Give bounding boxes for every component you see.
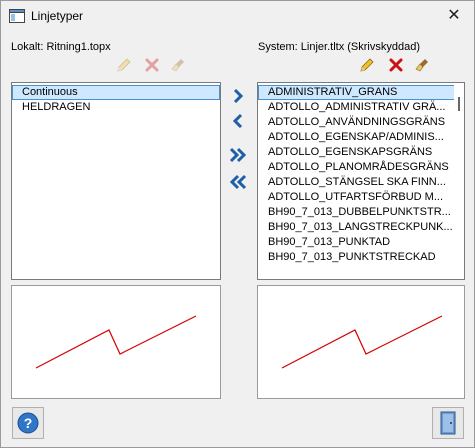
list-item[interactable]: BH90_7_013_PUNKTAD (258, 235, 464, 250)
list-item[interactable]: ADTOLLO_UTFARTSFÖRBUD M... (258, 190, 464, 205)
broom-icon (415, 59, 428, 72)
delete-x-icon (145, 58, 159, 72)
double-chevron-left-icon (229, 174, 247, 190)
exit-button[interactable] (432, 407, 464, 439)
chevron-left-icon (232, 113, 243, 129)
list-item[interactable]: ADTOLLO_EGENSKAP/ADMINIS... (258, 130, 464, 145)
list-item[interactable]: BH90_7_013_PUNKTSTRECKAD (258, 250, 464, 265)
list-item[interactable]: BH90_7_013_DUBBELPUNKTSTR... (258, 205, 464, 220)
list-item[interactable]: ADTOLLO_PLANOMRÅDESGRÄNS (258, 160, 464, 175)
move-left-button[interactable] (229, 112, 247, 130)
local-label: Lokalt: Ritning1.topx (11, 41, 111, 53)
list-item[interactable]: ADTOLLO_ADMINISTRATIV GRÄ... (258, 100, 464, 115)
left-edit-button[interactable] (115, 56, 133, 74)
window-title: Linjetyper (31, 9, 84, 23)
pencil-icon (360, 58, 374, 72)
move-right-button[interactable] (229, 87, 247, 105)
help-icon: ? (17, 412, 39, 434)
broom-icon (171, 59, 184, 72)
scroll-thumb[interactable] (458, 97, 460, 111)
list-item[interactable]: ADTOLLO_STÄNGSEL SKA FINN... (258, 175, 464, 190)
list-item[interactable]: Continuous (12, 85, 220, 100)
title-bar: Linjetyper ✕ (1, 1, 474, 31)
list-item[interactable]: ADMINISTRATIV_GRANS (258, 85, 464, 100)
list-item[interactable]: ADTOLLO_ANVÄNDNINGSGRÄNS (258, 115, 464, 130)
double-chevron-right-icon (229, 147, 247, 163)
list-scrollbar[interactable] (454, 83, 464, 279)
system-preview-line (281, 315, 443, 369)
list-item[interactable]: BH90_7_013_LANGSTRECKPUNK... (258, 220, 464, 235)
left-delete-button[interactable] (143, 56, 161, 74)
system-label: System: Linjer.tltx (Skrivskyddad) (258, 41, 420, 53)
right-clean-button[interactable] (414, 56, 432, 74)
right-edit-button[interactable] (358, 56, 376, 74)
list-item[interactable]: ADTOLLO_EGENSKAPSGRÄNS (258, 145, 464, 160)
chevron-right-icon (233, 88, 244, 104)
system-linetype-list[interactable]: ADMINISTRATIV_GRANS ADTOLLO_ADMINISTRATI… (257, 82, 465, 280)
delete-x-icon (389, 58, 403, 72)
left-clean-button[interactable] (170, 56, 188, 74)
svg-text:?: ? (24, 415, 33, 431)
help-button[interactable]: ? (12, 407, 44, 439)
window-app-icon (9, 9, 25, 23)
local-preview-line (35, 315, 197, 369)
right-delete-button[interactable] (387, 56, 405, 74)
door-exit-icon (440, 411, 456, 435)
move-all-left-button[interactable] (229, 173, 247, 191)
system-linetype-preview (257, 285, 465, 399)
pencil-icon (117, 58, 131, 72)
close-button[interactable]: ✕ (444, 6, 464, 26)
local-linetype-list[interactable]: Continuous HELDRAGEN (11, 82, 221, 280)
linjetyper-window: Linjetyper ✕ Lokalt: Ritning1.topx Syste… (0, 0, 475, 448)
local-linetype-preview (11, 285, 221, 399)
move-all-right-button[interactable] (229, 146, 247, 164)
list-item[interactable]: HELDRAGEN (12, 100, 220, 115)
